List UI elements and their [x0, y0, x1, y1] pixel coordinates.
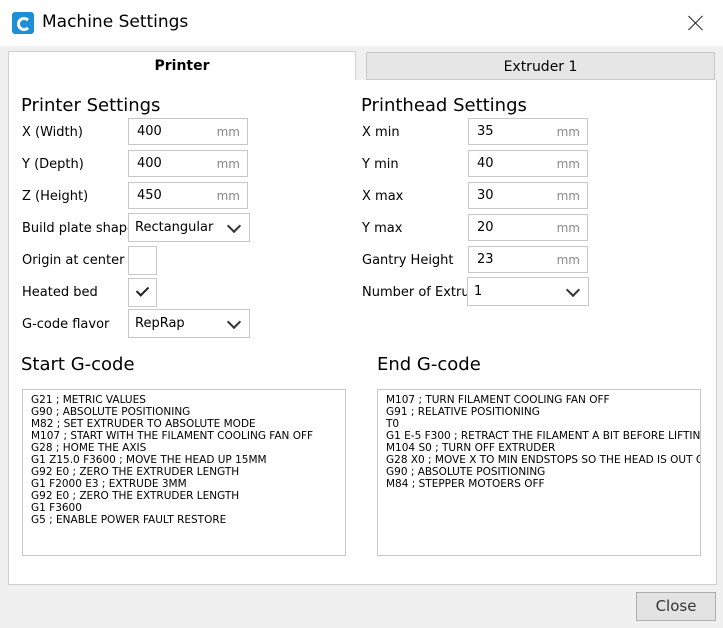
x-min-value: 35	[477, 124, 494, 139]
y-min-label: Y min	[362, 157, 399, 172]
title-bar: Machine Settings	[0, 0, 723, 46]
code-line: G28 ; HOME THE AXIS	[31, 442, 147, 454]
y-depth-value: 400	[137, 156, 162, 171]
code-line: G1 F3600	[31, 502, 82, 514]
chevron-down-icon	[565, 282, 581, 298]
x-width-value: 400	[137, 124, 162, 139]
z-height-field[interactable]: 450 mm	[128, 182, 248, 209]
code-line: G28 X0 ; MOVE X TO MIN ENDSTOPS SO THE H…	[386, 454, 700, 466]
code-line: G92 E0 ; ZERO THE EXTRUDER LENGTH	[31, 490, 240, 502]
code-line: G5 ; ENABLE POWER FAULT RESTORE	[31, 514, 227, 526]
x-width-field[interactable]: 400 mm	[128, 118, 248, 145]
x-max-field[interactable]: 30 mm	[468, 182, 588, 209]
code-line: M107 ; START WITH THE FILAMENT COOLING F…	[31, 430, 314, 442]
chevron-down-icon	[226, 218, 242, 234]
y-min-unit: mm	[556, 157, 580, 171]
x-min-unit: mm	[556, 125, 580, 139]
origin-at-center-checkbox[interactable]	[128, 246, 157, 275]
printhead-settings-heading: Printhead Settings	[361, 95, 527, 116]
window-title: Machine Settings	[42, 12, 189, 32]
code-line: M107 ; TURN FILAMENT COOLING FAN OFF	[386, 394, 610, 406]
extruder-count-select[interactable]: 1	[467, 277, 589, 306]
code-line: M104 S0 ; TURN OFF EXTRUDER	[386, 442, 556, 454]
z-height-unit: mm	[216, 189, 240, 203]
gantry-height-value: 23	[477, 252, 494, 267]
app-logo-icon	[12, 12, 34, 34]
x-width-label: X (Width)	[22, 125, 83, 140]
code-line: G1 Z15.0 F3600 ; MOVE THE HEAD UP 15MM	[31, 454, 267, 466]
code-line: M84 ; STEPPER MOTOERS OFF	[386, 478, 545, 490]
code-line: G90 ; ABSOLUTE POSITIONING	[386, 466, 546, 478]
start-gcode-textarea[interactable]: G21 ; METRIC VALUES G90 ; ABSOLUTE POSIT…	[22, 389, 346, 556]
y-max-unit: mm	[556, 221, 580, 235]
code-line: G1 E-5 F300 ; RETRACT THE FILAMENT A BIT…	[386, 430, 701, 442]
y-max-value: 20	[477, 220, 494, 235]
end-gcode-textarea[interactable]: M107 ; TURN FILAMENT COOLING FAN OFF G91…	[377, 389, 701, 556]
y-min-value: 40	[477, 156, 494, 171]
code-line: G92 E0 ; ZERO THE EXTRUDER LENGTH	[31, 466, 240, 478]
z-height-value: 450	[137, 188, 162, 203]
gantry-height-label: Gantry Height	[362, 253, 454, 268]
build-plate-shape-label: Build plate shape	[22, 221, 128, 236]
tab-extruder-1[interactable]: Extruder 1	[366, 52, 715, 80]
build-plate-shape-value: Rectangular	[135, 220, 214, 235]
code-line: G1 F2000 E3 ; EXTRUDE 3MM	[31, 478, 187, 490]
x-max-value: 30	[477, 188, 494, 203]
y-depth-label: Y (Depth)	[22, 157, 84, 172]
gantry-height-unit: mm	[556, 253, 580, 267]
heated-bed-label: Heated bed	[22, 285, 98, 300]
build-plate-shape-select[interactable]: Rectangular	[128, 213, 250, 242]
x-min-field[interactable]: 35 mm	[468, 118, 588, 145]
heated-bed-checkbox[interactable]	[128, 278, 157, 307]
z-height-label: Z (Height)	[22, 189, 89, 204]
code-line: G21 ; METRIC VALUES	[31, 394, 146, 406]
close-icon[interactable]	[676, 8, 716, 38]
y-max-field[interactable]: 20 mm	[468, 214, 588, 241]
printer-settings-heading: Printer Settings	[21, 95, 161, 116]
y-min-field[interactable]: 40 mm	[468, 150, 588, 177]
x-max-label: X max	[362, 189, 404, 204]
start-gcode-heading: Start G-code	[21, 354, 135, 375]
x-max-unit: mm	[556, 189, 580, 203]
origin-at-center-label: Origin at center	[22, 253, 125, 268]
y-max-label: Y max	[362, 221, 403, 236]
code-line: M82 ; SET EXTRUDER TO ABSOLUTE MODE	[31, 418, 256, 430]
code-line: G91 ; RELATIVE POSITIONING	[386, 406, 540, 418]
close-button[interactable]: Close	[636, 592, 716, 621]
code-line: T0	[386, 418, 400, 430]
y-depth-field[interactable]: 400 mm	[128, 150, 248, 177]
extruder-count-label: Number of Extruders	[362, 285, 468, 300]
gcode-flavor-label: G-code flavor	[22, 317, 110, 332]
chevron-down-icon	[226, 314, 242, 330]
code-line: G90 ; ABSOLUTE POSITIONING	[31, 406, 191, 418]
gantry-height-field[interactable]: 23 mm	[468, 246, 588, 273]
gcode-flavor-select[interactable]: RepRap	[128, 309, 250, 338]
end-gcode-heading: End G-code	[377, 354, 481, 375]
extruder-count-value: 1	[474, 284, 483, 299]
x-min-label: X min	[362, 125, 400, 140]
tab-printer[interactable]: Printer	[8, 51, 356, 80]
gcode-flavor-value: RepRap	[135, 316, 185, 331]
y-depth-unit: mm	[216, 157, 240, 171]
x-width-unit: mm	[216, 125, 240, 139]
checkmark-icon	[135, 283, 150, 297]
